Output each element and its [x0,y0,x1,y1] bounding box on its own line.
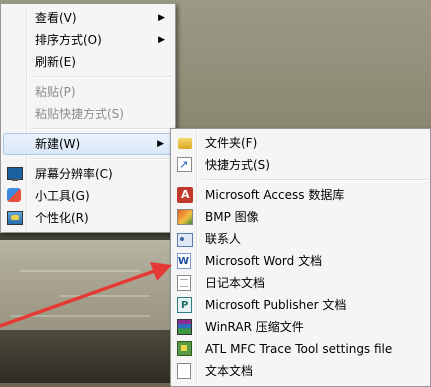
new-winrar-archive-item[interactable]: WinRAR 压缩文件 [173,316,428,338]
new-atl-trace-settings-item[interactable]: ATL MFC Trace Tool settings file [173,338,428,360]
new-contact-item[interactable]: 联系人 [173,228,428,250]
new-access-database-item[interactable]: Microsoft Access 数据库 [173,184,428,206]
menu-item-gadgets[interactable]: 小工具(G) [3,185,173,207]
winrar-icon [177,319,192,335]
menu-item-paste-shortcut: 粘贴快捷方式(S) [3,103,173,125]
contact-icon [177,233,193,247]
menu-item-paste: 粘贴(P) [3,81,173,103]
menu-item-label: BMP 图像 [205,210,259,224]
water-ripple [20,270,140,272]
menu-item-new[interactable]: 新建(W) ▶ [3,133,173,155]
menu-item-label: 文本文档 [205,364,254,378]
water-ripple [10,315,150,317]
menu-separator [31,158,173,160]
menu-item-label: 文件夹(F) [205,136,258,150]
word-document-icon [177,251,191,273]
personalize-icon [7,211,23,225]
menu-item-label: 屏幕分辨率(C) [35,167,113,181]
submenu-arrow-icon: ▶ [158,35,165,45]
menu-separator [201,179,428,181]
menu-item-label: 日记本文档 [205,276,266,290]
bmp-image-icon [177,209,193,225]
menu-item-sort-by[interactable]: 排序方式(O) ▶ [3,29,173,51]
menu-item-label: Microsoft Access 数据库 [205,188,345,202]
menu-item-label: 快捷方式(S) [205,158,270,172]
menu-item-personalize[interactable]: 个性化(R) [3,207,173,229]
atl-trace-icon [177,341,192,356]
desktop-context-menu: 查看(V) ▶ 排序方式(O) ▶ 刷新(E) 粘贴(P) 粘贴快捷方式(S) … [0,3,176,233]
new-bmp-image-item[interactable]: BMP 图像 [173,206,428,228]
screen-resolution-icon [7,167,23,181]
text-document-icon [177,363,191,379]
gadgets-icon [7,188,21,202]
menu-item-label: 查看(V) [35,11,77,25]
menu-separator [31,128,173,130]
menu-item-label: 小工具(G) [35,189,90,203]
menu-separator [31,76,173,78]
new-journal-document-item[interactable]: 日记本文档 [173,272,428,294]
submenu-arrow-icon: ▶ [158,13,165,23]
menu-item-label: 粘贴(P) [35,85,76,99]
menu-item-label: ATL MFC Trace Tool settings file [205,342,393,356]
new-word-document-item[interactable]: Microsoft Word 文档 [173,250,428,273]
menu-item-label: Microsoft Word 文档 [205,254,323,268]
shortcut-icon [177,154,192,176]
publisher-icon [177,295,192,317]
menu-item-label: 联系人 [205,232,242,246]
menu-item-view[interactable]: 查看(V) ▶ [3,7,173,29]
menu-item-refresh[interactable]: 刷新(E) [3,51,173,73]
folder-icon [178,138,192,149]
menu-item-label: 排序方式(O) [35,33,102,47]
menu-item-label: Microsoft Publisher 文档 [205,298,347,312]
menu-item-label: WinRAR 压缩文件 [205,320,304,334]
access-icon [177,184,193,206]
new-text-document-item[interactable]: 文本文档 [173,360,428,382]
new-submenu: 文件夹(F) 快捷方式(S) Microsoft Access 数据库 BMP … [170,128,431,387]
menu-item-label: 粘贴快捷方式(S) [35,107,124,121]
new-publisher-document-item[interactable]: Microsoft Publisher 文档 [173,294,428,317]
submenu-arrow-icon: ▶ [157,139,164,149]
journal-icon [177,275,191,291]
menu-item-label: 个性化(R) [35,211,89,225]
new-shortcut-item[interactable]: 快捷方式(S) [173,154,428,176]
menu-item-label: 新建(W) [35,137,81,151]
menu-item-label: 刷新(E) [35,55,76,69]
menu-item-screen-resolution[interactable]: 屏幕分辨率(C) [3,163,173,185]
water-ripple [60,295,150,297]
new-folder-item[interactable]: 文件夹(F) [173,132,428,154]
